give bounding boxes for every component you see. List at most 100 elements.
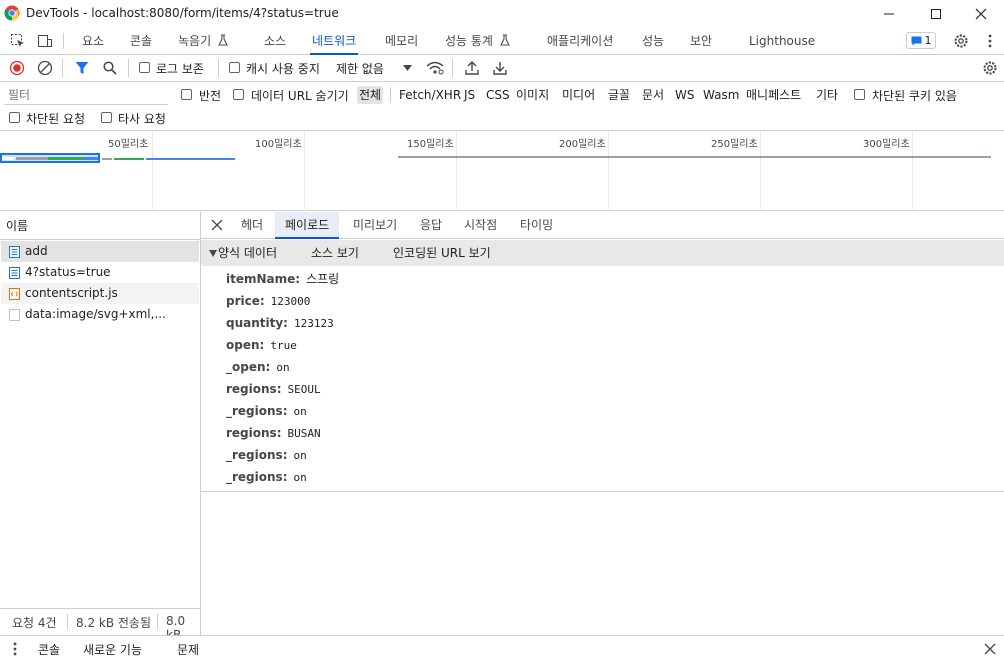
form-field-key: quantity: xyxy=(226,316,288,330)
drawer-tab-issues[interactable]: 문제 xyxy=(177,641,199,658)
more-options-button[interactable] xyxy=(980,31,1000,51)
form-field-value: on xyxy=(276,361,290,374)
type-filter-other[interactable]: 기타 xyxy=(814,86,840,104)
inspect-element-button[interactable] xyxy=(8,31,28,51)
tab-elements[interactable]: 요소 xyxy=(80,27,106,55)
tab-network[interactable]: 네트워크 xyxy=(310,27,359,55)
divider xyxy=(390,87,391,103)
minimize-button[interactable] xyxy=(866,0,912,27)
record-stop-icon xyxy=(9,60,25,76)
blocked-cookies-label: 차단된 쿠키 있음 xyxy=(872,89,957,103)
type-filter-media[interactable]: 미디어 xyxy=(560,86,597,104)
tab-headers[interactable]: 헤더 xyxy=(231,212,273,239)
type-filter-fonts[interactable]: 글꼴 xyxy=(606,86,632,104)
type-filter-ws[interactable]: WS xyxy=(673,86,696,104)
divider xyxy=(63,33,64,49)
network-toolbar: 로그 보존 캐시 사용 중지 제한 없음 xyxy=(0,55,1004,82)
filter-toggle-button[interactable] xyxy=(72,58,92,78)
request-row-data-image[interactable]: data:image/svg+xml,... xyxy=(1,304,199,325)
tab-timing[interactable]: 타이밍 xyxy=(510,212,563,239)
panel-tab-bar: 요소 콘솔 녹음기 소스 네트워크 메모리 성능 통계 애플리케이션 성능 보안… xyxy=(0,27,1004,55)
tab-recorder[interactable]: 녹음기 xyxy=(176,27,231,55)
request-row-status[interactable]: 4?status=true xyxy=(1,262,199,283)
device-toolbar-button[interactable] xyxy=(35,31,55,51)
drawer-tab-whats-new[interactable]: 새로운 기능 xyxy=(83,641,142,658)
close-icon xyxy=(975,8,987,19)
type-filter-all[interactable]: 전체 xyxy=(357,86,384,104)
blocked-cookies-checkbox[interactable] xyxy=(854,89,865,100)
tab-payload[interactable]: 페이로드 xyxy=(275,212,340,239)
form-field-key: _regions: xyxy=(226,448,288,462)
clear-button[interactable] xyxy=(35,58,55,78)
throttling-select[interactable]: 제한 없음 xyxy=(334,58,418,78)
network-conditions-button[interactable] xyxy=(425,58,445,78)
request-row-contentscript[interactable]: contentscript.js xyxy=(1,283,199,304)
tab-security[interactable]: 보안 xyxy=(688,27,714,55)
view-url-encoded-button[interactable]: 인코딩된 URL 보기 xyxy=(393,240,491,266)
close-window-button[interactable] xyxy=(958,0,1004,27)
type-filter-css[interactable]: CSS xyxy=(484,86,512,104)
tab-performance[interactable]: 성능 xyxy=(640,27,666,55)
tab-preview[interactable]: 미리보기 xyxy=(343,212,407,239)
name-column-header[interactable]: 이름 xyxy=(0,212,200,240)
document-icon xyxy=(9,267,20,279)
request-name: add xyxy=(25,244,48,258)
close-drawer-button[interactable] xyxy=(984,643,996,655)
invert-checkbox[interactable] xyxy=(181,89,192,100)
overview-tick-label: 100밀리초 xyxy=(255,139,302,150)
overview-gridline xyxy=(912,131,913,211)
tab-console[interactable]: 콘솔 xyxy=(128,27,154,55)
record-button[interactable] xyxy=(7,58,27,78)
import-har-button[interactable] xyxy=(462,58,482,78)
flask-icon xyxy=(500,34,510,46)
filter-input[interactable] xyxy=(4,85,168,105)
preserve-log-label: 로그 보존 xyxy=(156,62,204,76)
view-source-button[interactable]: 소스 보기 xyxy=(311,240,359,266)
maximize-button[interactable] xyxy=(913,0,959,27)
details-tab-bar: 헤더 페이로드 미리보기 응답 시작점 타이밍 xyxy=(201,212,1004,239)
tab-performance-insights[interactable]: 성능 통계 xyxy=(443,27,513,55)
type-filter-fetch-xhr[interactable]: Fetch/XHR xyxy=(397,86,463,104)
tab-response[interactable]: 응답 xyxy=(410,212,452,239)
network-settings-button[interactable] xyxy=(980,58,1000,78)
third-party-checkbox[interactable] xyxy=(101,112,112,123)
overview-gridline xyxy=(760,131,761,211)
blocked-requests-checkbox[interactable] xyxy=(9,112,20,123)
drawer-tab-bar: 콘솔 새로운 기능 문제 xyxy=(0,635,1004,661)
form-field-value: 123123 xyxy=(293,317,334,330)
overview-gridline xyxy=(456,131,457,211)
network-overview[interactable]: 50밀리초 100밀리초 150밀리초 200밀리초 250밀리초 300밀리초 xyxy=(0,131,1004,211)
close-details-button[interactable] xyxy=(211,219,225,233)
form-field-row: regions: BUSAN xyxy=(226,422,321,444)
preserve-log-checkbox[interactable] xyxy=(139,62,150,73)
tab-sources[interactable]: 소스 xyxy=(262,27,288,55)
third-party-label: 타사 요청 xyxy=(118,112,166,126)
request-row-add[interactable]: add xyxy=(1,241,199,262)
tab-application[interactable]: 애플리케이션 xyxy=(545,27,615,55)
form-field-row: quantity: 123123 xyxy=(226,312,334,334)
tab-lighthouse[interactable]: Lighthouse xyxy=(747,27,817,55)
type-filter-manifest[interactable]: 매니페스트 xyxy=(744,86,803,104)
settings-button[interactable] xyxy=(951,31,971,51)
tab-memory[interactable]: 메모리 xyxy=(383,27,420,55)
disable-cache-checkbox[interactable] xyxy=(229,62,240,73)
type-filter-images[interactable]: 이미지 xyxy=(514,86,551,104)
overview-tick-label: 50밀리초 xyxy=(108,139,149,150)
drawer-tab-console[interactable]: 콘솔 xyxy=(38,641,60,658)
issues-counter-button[interactable]: 1 xyxy=(906,32,936,49)
type-filter-js[interactable]: JS xyxy=(462,86,477,104)
type-filter-documents[interactable]: 문서 xyxy=(640,86,666,104)
tab-initiator[interactable]: 시작점 xyxy=(454,212,507,239)
form-data-title: 양식 데이터 xyxy=(218,246,278,260)
type-filter-wasm[interactable]: Wasm xyxy=(701,86,741,104)
hide-data-urls-checkbox[interactable] xyxy=(233,89,244,100)
form-field-value: 123000 xyxy=(270,295,311,308)
drawer-menu-button[interactable] xyxy=(13,642,19,656)
form-data-section-header[interactable]: 양식 데이터 소스 보기 인코딩된 URL 보기 xyxy=(201,240,1004,266)
section-divider xyxy=(201,491,1004,492)
divider xyxy=(67,614,68,629)
form-field-value: on xyxy=(293,405,307,418)
search-button[interactable] xyxy=(100,58,120,78)
overview-bar xyxy=(2,157,14,160)
export-har-button[interactable] xyxy=(490,58,510,78)
